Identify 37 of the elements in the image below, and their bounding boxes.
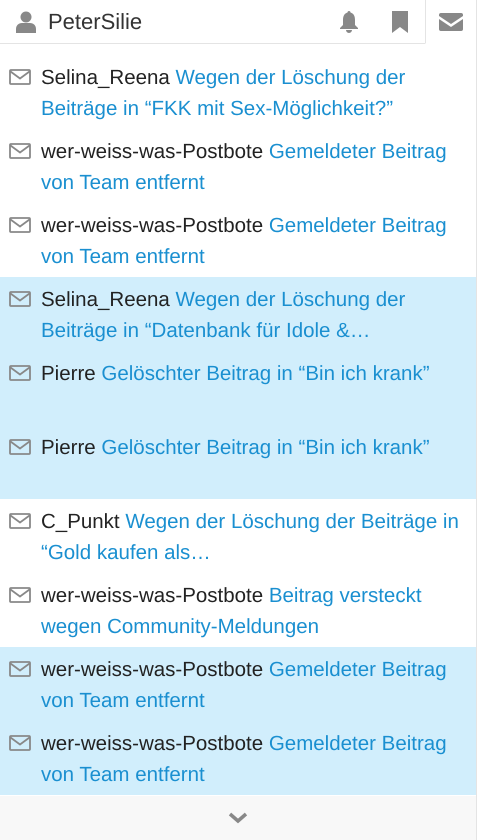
message-item[interactable]: wer-weiss-was-Postbote Beitrag versteckt wegen Community-Meldungen — [0, 573, 476, 647]
user-icon — [16, 10, 36, 32]
message-item[interactable]: Selina_Reena Wegen der Löschung der Beiträge in “Datenbank für Idole &… — [0, 277, 476, 351]
message-text: wer-weiss-was-Postbote Gemeldeter Beitrag von Team entfernt — [41, 731, 448, 788]
message-item[interactable]: C_Punkt Wegen der Löschung der Beiträge in “Gold kaufen als… — [0, 499, 476, 573]
envelope-icon — [9, 661, 31, 677]
envelope-icon — [9, 217, 31, 233]
message-text: wer-weiss-was-Postbote Gemeldeter Beitrag von Team entfernt — [41, 213, 448, 270]
message-text: Selina_Reena Wegen der Löschung der Beiträge in “Datenbank für Idole &… — [41, 287, 406, 344]
envelope-icon — [9, 735, 31, 751]
message-text: C_Punkt Wegen der Löschung der Beiträge in “Gold kaufen als… — [41, 509, 460, 566]
message-text: wer-weiss-was-Postbote Gemeldeter Beitrag von Team entfernt — [41, 657, 448, 714]
username[interactable]: PeterSilie — [48, 8, 142, 34]
message-item[interactable]: Selina_Reena Wegen der Löschung der Beiträge in “FKK mit Sex-Möglichkeit?” — [0, 55, 476, 129]
message-item[interactable]: wer-weiss-was-Postbote Gemeldeter Beitrag von Team entfernt — [0, 129, 476, 203]
envelope-icon — [9, 143, 31, 159]
envelope-icon — [9, 291, 31, 307]
message-text: wer-weiss-was-Postbote Beitrag versteckt wegen Community-Meldungen — [41, 583, 423, 640]
message-text: Pierre Gelöschter Beitrag in “Bin ich krank” — [41, 435, 430, 461]
envelope-icon — [9, 69, 31, 85]
message-text: Pierre Gelöschter Beitrag in “Bin ich krank” — [41, 361, 430, 387]
tab[interactable] — [425, 0, 476, 44]
message-text: Selina_Reena Wegen der Löschung der Beiträge in “FKK mit Sex-Möglichkeit?” — [41, 65, 406, 122]
message-item[interactable]: wer-weiss-was-Postbote Gemeldeter Beitrag von Team entfernt — [0, 647, 476, 721]
envelope-icon — [9, 439, 31, 455]
envelope-icon — [9, 365, 31, 381]
chevron-down-icon[interactable] — [228, 812, 248, 824]
envelope-icon — [9, 587, 31, 603]
message-item[interactable]: Pierre Gelöschter Beitrag in “Bin ich krank” — [0, 351, 476, 425]
envelope-icon — [9, 513, 31, 529]
message-item[interactable]: wer-weiss-was-Postbote Gemeldeter Beitrag von Team entfernt — [0, 721, 476, 795]
message-item[interactable]: wer-weiss-was-Postbote Gemeldeter Beitrag von Team entfernt — [0, 203, 476, 277]
bell-icon — [339, 10, 359, 34]
envelope-icon — [439, 12, 463, 30]
message-text: wer-weiss-was-Postbote Gemeldeter Beitrag von Team entfernt — [41, 139, 448, 196]
bookmark-icon — [391, 10, 409, 34]
message-item[interactable]: Pierre Gelöschter Beitrag in “Bin ich krank” — [0, 425, 476, 499]
